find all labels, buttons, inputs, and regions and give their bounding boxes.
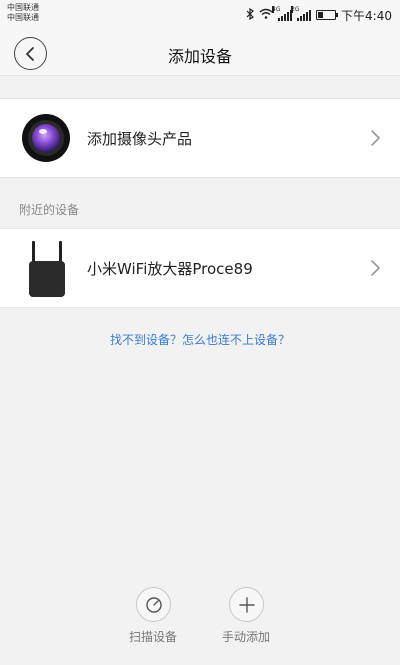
signal-icon-1: 4G (272, 5, 293, 21)
scan-devices-button[interactable]: 扫描设备 (118, 587, 188, 645)
carrier-labels: 中国联通 中国联通 (7, 3, 39, 23)
device-name: 小米WiFi放大器Proce89 (87, 260, 253, 278)
device-row[interactable]: 小米WiFi放大器Proce89 (0, 229, 400, 307)
bluetooth-icon (246, 7, 254, 23)
add-camera-row[interactable]: 添加摄像头产品 (0, 99, 400, 177)
nearby-devices-card: 小米WiFi放大器Proce89 (0, 228, 400, 308)
carrier-1: 中国联通 (7, 3, 39, 12)
clock: 下午4:40 (341, 8, 392, 23)
status-bar: 中国联通 中国联通 4G 2G 下午4:40 (0, 0, 400, 30)
wifi-icon (259, 8, 273, 22)
scan-devices-label: 扫描设备 (128, 630, 177, 644)
camera-card: 添加摄像头产品 (0, 98, 400, 178)
manual-add-circle[interactable] (228, 587, 264, 622)
chevron-right-icon (371, 130, 380, 146)
chevron-right-icon (371, 260, 380, 276)
manual-add-button[interactable]: 手动添加 (211, 587, 281, 645)
scan-icon (145, 597, 162, 613)
help-link[interactable]: 找不到设备？怎么也连不上设备？ (0, 331, 400, 348)
battery-fill (318, 12, 324, 18)
nearby-section-label: 附近的设备 (19, 203, 80, 217)
battery-icon (316, 10, 339, 20)
scan-button-circle[interactable] (135, 587, 171, 622)
manual-add-label: 手动添加 (221, 630, 270, 644)
carrier-2: 中国联通 (7, 13, 39, 22)
camera-lens-icon (22, 114, 70, 162)
add-camera-label: 添加摄像头产品 (87, 130, 193, 148)
status-icons: 4G 2G 下午4:40 (246, 5, 392, 24)
page-title: 添加设备 (167, 47, 232, 66)
signal-icon-2: 2G (291, 5, 312, 21)
top-bar: 添加设备 (0, 30, 400, 76)
wifi-extender-icon (27, 241, 67, 297)
plus-icon (238, 597, 255, 613)
